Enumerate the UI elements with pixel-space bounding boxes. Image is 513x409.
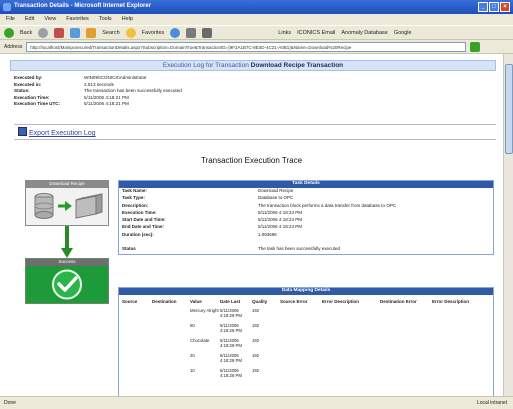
- divider: [14, 124, 496, 125]
- page-content: Execution Log for Transaction Download R…: [0, 54, 503, 396]
- flow-arrow-down-icon: [61, 226, 73, 258]
- back-icon[interactable]: [4, 27, 14, 38]
- column-header: Error Description: [432, 299, 470, 304]
- back-label[interactable]: Back: [20, 30, 32, 36]
- column-header: Quality: [252, 299, 268, 304]
- task-details-table: Task Details Task Name: Download Recipe T…: [118, 180, 494, 255]
- link-email[interactable]: ICONICS Email: [297, 30, 335, 36]
- table-row: [119, 239, 493, 246]
- menu-view[interactable]: View: [44, 16, 56, 25]
- address-bar: Address http://localhost/Mainpcsecured/T…: [0, 40, 513, 54]
- table-row: Task Type: Database to OPC: [122, 195, 294, 201]
- column-header: Source: [122, 299, 138, 304]
- column-header: Error Description: [322, 299, 360, 304]
- menu-bar: File Edit View Favorites Tools Help: [0, 14, 513, 25]
- table-row: Description: The transaction block perfor…: [122, 202, 397, 208]
- column-header: Date Last: [220, 299, 241, 304]
- address-label: Address: [4, 43, 23, 50]
- toolbar: Back Search Favorites Links ICONICS Emai…: [0, 25, 513, 40]
- ie-icon: [3, 3, 11, 11]
- print-icon[interactable]: [202, 27, 213, 38]
- table-row: Chocolate 5/11/2006 4:18:28 PM 192: [190, 338, 260, 348]
- go-button[interactable]: [470, 41, 481, 52]
- window-title: Transaction Details - Microsoft Internet…: [14, 3, 152, 9]
- table-row: 20 5/11/2006 4:18:28 PM 192: [190, 353, 260, 363]
- minimize-button[interactable]: _: [478, 2, 488, 12]
- menu-edit[interactable]: Edit: [25, 16, 34, 25]
- info-row: Execution Time UTC: 5/11/2006 4:18:21 PM: [14, 101, 129, 106]
- search-button[interactable]: Search: [102, 30, 119, 36]
- step-success[interactable]: Success: [25, 258, 109, 304]
- column-header: Destination: [152, 299, 177, 304]
- table-row: Task Name: Download Recipe: [122, 188, 294, 193]
- step-caption: Download Recipe: [26, 181, 108, 188]
- security-zone: Local intranet: [476, 400, 507, 406]
- menu-favorites[interactable]: Favorites: [66, 16, 89, 25]
- table-row: Mercury Alright 5/11/2006 4:18:28 PM 192: [190, 308, 260, 318]
- check-icon: [26, 266, 108, 303]
- database-to-server-icon: [34, 193, 103, 219]
- mapping-column-headers: Source Destination Value Date Last Quali…: [119, 295, 493, 308]
- status-text: Done: [4, 400, 16, 406]
- vertical-scrollbar[interactable]: [503, 54, 513, 396]
- menu-file[interactable]: File: [6, 16, 15, 25]
- table-row: Status The task has been successfully exe…: [122, 246, 341, 252]
- menu-tools[interactable]: Tools: [99, 16, 112, 25]
- address-input[interactable]: http://localhost/Mainpcsecured/Transacti…: [26, 41, 467, 52]
- close-button[interactable]: ×: [500, 2, 510, 12]
- column-header: Destination Error: [380, 299, 417, 304]
- stop-icon[interactable]: [54, 27, 65, 38]
- data-mapping-table: Data Mapping Details Source Destination …: [118, 287, 494, 396]
- history-icon[interactable]: [170, 27, 181, 38]
- save-disk-icon: [18, 127, 27, 136]
- table-row: Execution Time: 5/11/2006 4:18:24 PM: [122, 209, 302, 215]
- scrollbar-thumb[interactable]: [505, 64, 513, 154]
- title-bar: Transaction Details - Microsoft Internet…: [0, 0, 513, 14]
- forward-icon[interactable]: [38, 27, 49, 38]
- favorites-icon[interactable]: [125, 27, 136, 38]
- task-details-header: Task Details: [119, 181, 493, 188]
- menu-help[interactable]: Help: [122, 16, 133, 25]
- banner-transaction-name: Download Recipe Transaction: [250, 62, 344, 69]
- export-log-link[interactable]: Export Execution Log: [18, 127, 96, 137]
- table-row: Start Date and Time: 5/11/2006 4:18:24 PM: [122, 217, 302, 223]
- banner-prefix: Execution Log for Transaction: [162, 62, 249, 69]
- table-row: 60 5/11/2006 4:18:28 PM 192: [190, 323, 260, 333]
- divider: [14, 139, 496, 140]
- trace-title: Transaction Execution Trace: [200, 156, 303, 165]
- table-row: 10 5/11/2006 4:18:28 PM 192: [190, 368, 260, 378]
- favorites-button[interactable]: Favorites: [142, 30, 165, 36]
- column-header: Value: [190, 299, 202, 304]
- column-header: Source Error: [280, 299, 308, 304]
- maximize-button[interactable]: □: [489, 2, 499, 12]
- home-icon[interactable]: [86, 27, 97, 38]
- data-mapping-header: Data Mapping Details: [119, 288, 493, 295]
- table-row: End Date and Time: 5/11/2006 4:18:24 PM: [122, 224, 302, 230]
- execution-info: Executed by: WIN09\ICONICS\Administrator …: [14, 75, 394, 108]
- step-download-recipe[interactable]: Download Recipe: [25, 180, 109, 226]
- mail-icon[interactable]: [186, 27, 197, 38]
- link-google[interactable]: Google: [394, 30, 412, 36]
- page-banner: Execution Log for Transaction Download R…: [10, 60, 496, 71]
- window-controls: _ □ ×: [478, 2, 510, 12]
- refresh-icon[interactable]: [70, 27, 81, 38]
- status-bar: Done Local intranet: [0, 396, 513, 409]
- table-row: Duration (sec): 1.093696: [122, 231, 277, 237]
- link-anomaly[interactable]: Anomaly Database: [341, 30, 387, 36]
- links-label: Links: [278, 29, 292, 36]
- step-caption: Success: [26, 259, 108, 266]
